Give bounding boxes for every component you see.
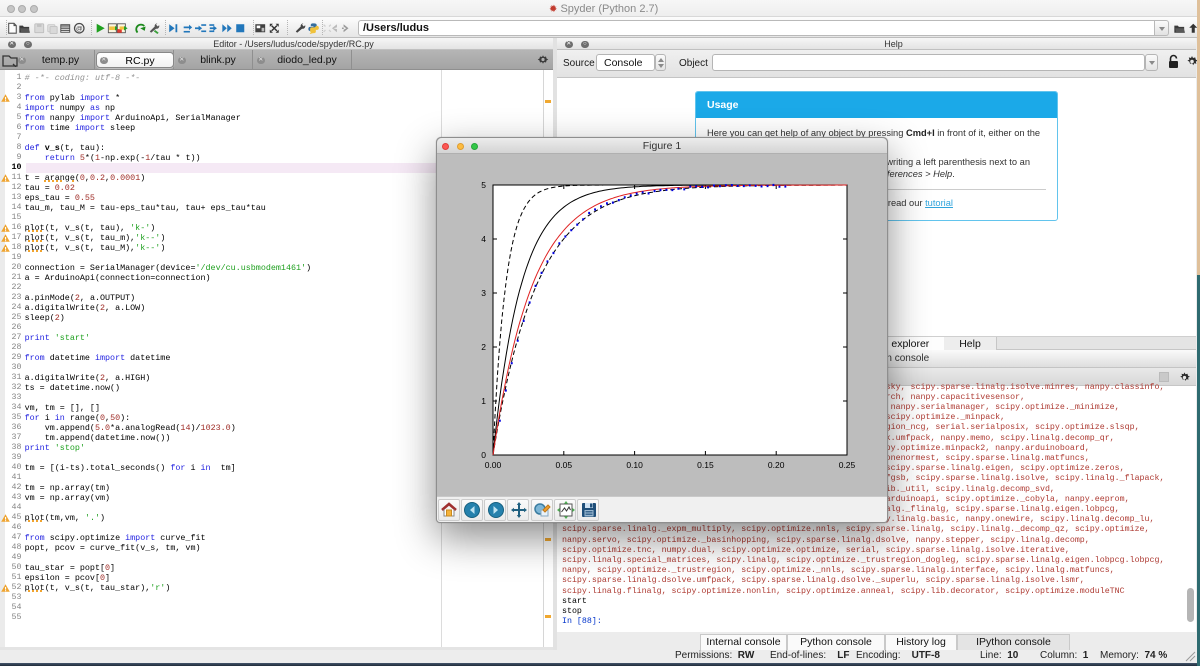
svg-text:0.00: 0.00	[485, 460, 502, 470]
svg-text:3: 3	[481, 288, 486, 298]
svg-text:4: 4	[481, 234, 486, 244]
svg-text:@: @	[76, 25, 83, 32]
svg-text:2: 2	[481, 342, 486, 352]
svg-text:0: 0	[481, 450, 486, 460]
svg-text:0.05: 0.05	[556, 460, 573, 470]
svg-text:0.10: 0.10	[626, 460, 643, 470]
svg-text:0.15: 0.15	[697, 460, 714, 470]
svg-text:5: 5	[481, 180, 486, 190]
svg-text:1: 1	[481, 396, 486, 406]
svg-text:0.20: 0.20	[768, 460, 785, 470]
svg-text:0.25: 0.25	[839, 460, 856, 470]
